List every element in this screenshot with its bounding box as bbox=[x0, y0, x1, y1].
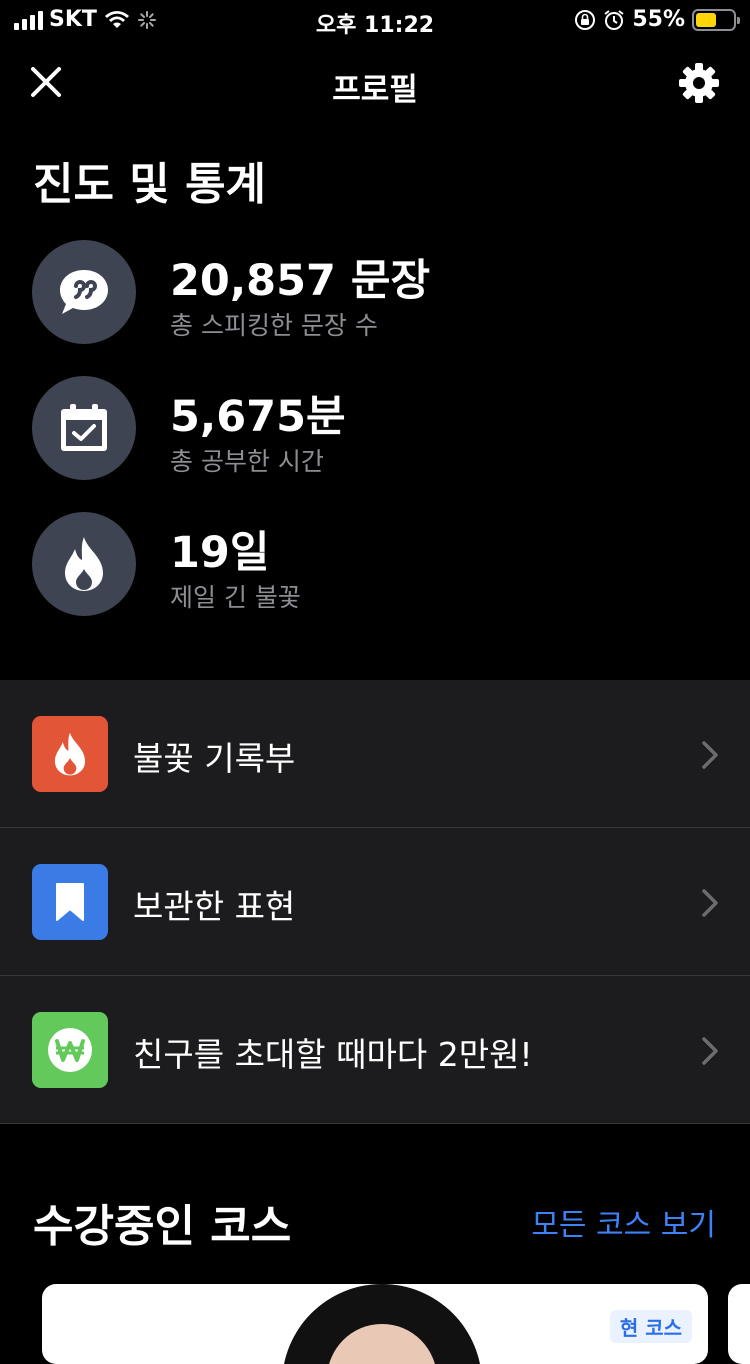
menu-tile bbox=[32, 864, 108, 940]
page-title: 프로필 bbox=[332, 72, 418, 108]
flame-icon bbox=[54, 732, 86, 776]
nav-bar: 프로필 bbox=[0, 50, 750, 116]
stat-study-time: 5,675분 총 공부한 시간 bbox=[32, 376, 722, 482]
battery-fill bbox=[696, 12, 716, 27]
menu-tile bbox=[32, 716, 108, 792]
stat-sentences: 20,857 문장 총 스피킹한 문장 수 bbox=[32, 240, 722, 346]
stat-value: 19일 bbox=[170, 528, 270, 578]
stat-label: 제일 긴 불꽃 bbox=[170, 583, 301, 612]
menu-tile bbox=[32, 1012, 108, 1088]
current-course-badge: 현 코스 bbox=[609, 1310, 692, 1343]
won-icon bbox=[48, 1028, 92, 1072]
stat-longest-streak: 19일 제일 긴 불꽃 bbox=[32, 512, 722, 618]
stat-icon-circle bbox=[32, 512, 136, 616]
menu-item-label: 불꽃 기록부 bbox=[133, 739, 296, 778]
menu-list: 불꽃 기록부 보관한 표현 친구를 초대할 때마다 2만원! bbox=[0, 680, 750, 1124]
menu-item-invite-friends[interactable]: 친구를 초대할 때마다 2만원! bbox=[0, 976, 750, 1124]
menu-item-label: 보관한 표현 bbox=[133, 887, 296, 926]
course-card-next[interactable] bbox=[728, 1284, 750, 1364]
gear-icon[interactable] bbox=[678, 62, 720, 104]
see-all-courses-link[interactable]: 모든 코스 보기 bbox=[531, 1200, 716, 1244]
battery-icon bbox=[692, 8, 740, 31]
menu-item-saved-expressions[interactable]: 보관한 표현 bbox=[0, 828, 750, 976]
status-bar: SKT 오후 11:22 55% bbox=[0, 0, 750, 40]
stat-label: 총 공부한 시간 bbox=[170, 447, 324, 476]
chevron-right-icon bbox=[702, 1037, 718, 1065]
stat-value: 5,675분 bbox=[170, 392, 346, 442]
chevron-right-icon bbox=[702, 741, 718, 769]
bookmark-icon bbox=[56, 883, 84, 921]
stat-icon-circle bbox=[32, 240, 136, 344]
course-card[interactable]: 현 코스 bbox=[42, 1284, 708, 1364]
alarm-icon bbox=[604, 9, 624, 30]
courses-title: 수강중인 코스 bbox=[33, 1201, 292, 1252]
stat-icon-circle bbox=[32, 376, 136, 480]
menu-item-label: 친구를 초대할 때마다 2만원! bbox=[133, 1035, 533, 1074]
chevron-right-icon bbox=[702, 889, 718, 917]
battery-percent: 55% bbox=[632, 7, 685, 32]
speech-bubble-icon bbox=[60, 270, 108, 314]
instructor-photo bbox=[282, 1284, 482, 1364]
calendar-check-icon bbox=[61, 404, 107, 451]
status-right: 55% bbox=[574, 7, 740, 32]
flame-icon bbox=[65, 537, 103, 591]
menu-item-streak-record[interactable]: 불꽃 기록부 bbox=[0, 680, 750, 828]
orientation-lock-icon bbox=[575, 9, 596, 30]
stats-title: 진도 및 통계 bbox=[33, 159, 267, 210]
stat-value: 20,857 문장 bbox=[170, 256, 431, 306]
stat-label: 총 스피킹한 문장 수 bbox=[170, 311, 378, 340]
